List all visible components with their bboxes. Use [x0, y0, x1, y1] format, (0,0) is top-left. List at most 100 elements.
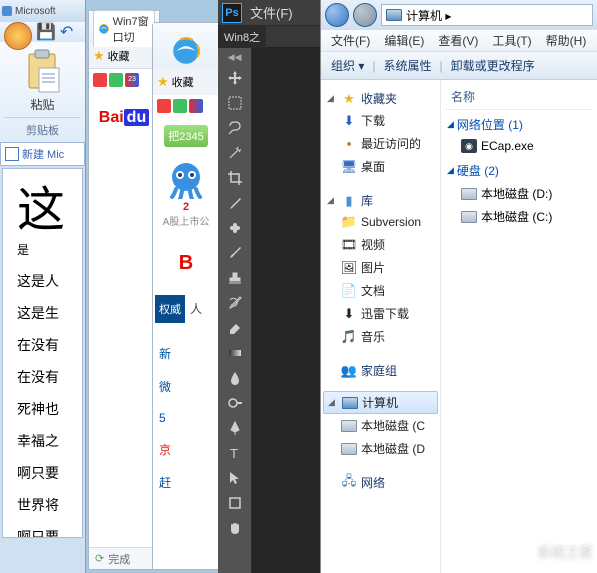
column-header-name[interactable]: 名称: [445, 86, 593, 110]
nav-item[interactable]: 🎞视频: [323, 233, 438, 256]
explorer-titlebar[interactable]: 计算机 ▸: [321, 0, 597, 30]
explorer-command-bar: 组织 ▾|系统属性|卸载或更改程序: [321, 52, 597, 80]
nav-library-header[interactable]: ◢▮库: [323, 188, 438, 211]
chevron-down-icon: ◢: [327, 93, 337, 104]
nav-item[interactable]: 🖼图片: [323, 256, 438, 279]
breadcrumb[interactable]: 计算机 ▸: [406, 7, 451, 24]
word-doc-tab-label: 新建 Mic: [22, 146, 64, 162]
ie-window-2: ★ 收藏 把2345 2 A股上市公 B 权威 人 新微5京赶: [152, 22, 220, 570]
baidu-logo[interactable]: Baidu: [93, 109, 155, 127]
crop-tool[interactable]: [223, 166, 247, 189]
nav-favorites-header[interactable]: ◢★收藏夹: [323, 86, 438, 109]
ie2-link[interactable]: 5: [159, 411, 213, 425]
blur-tool[interactable]: [223, 366, 247, 389]
menu-item[interactable]: 帮助(H): [546, 32, 587, 49]
drive-row[interactable]: 本地磁盘 (D:): [445, 182, 593, 205]
word-paragraph: 这是生: [17, 303, 76, 323]
nav-network-header[interactable]: 🖧网络: [323, 470, 438, 493]
set-2345-button[interactable]: 把2345: [164, 125, 207, 147]
nav-computer-header[interactable]: ◢计算机: [323, 391, 438, 414]
ie1-tab[interactable]: Win7窗口切: [93, 10, 155, 47]
ie1-tabbar: Win7窗口切: [89, 11, 159, 43]
ie2-link[interactable]: 微: [159, 378, 213, 395]
brush-tool[interactable]: [223, 241, 247, 264]
wand-tool[interactable]: [223, 141, 247, 164]
home-icon[interactable]: [93, 73, 107, 87]
nav-item[interactable]: ▪最近访问的: [323, 132, 438, 155]
star-icon[interactable]: ★: [157, 74, 169, 90]
drive-row[interactable]: 本地磁盘 (C:): [445, 205, 593, 228]
move-tool[interactable]: [223, 66, 247, 89]
refresh-icon[interactable]: ⟳: [95, 552, 104, 565]
ie2-link[interactable]: 新: [159, 345, 213, 362]
octopus-icon[interactable]: [166, 159, 206, 199]
ps-titlebar[interactable]: Ps 文件(F): [218, 0, 322, 26]
gradient-tool[interactable]: [223, 341, 247, 364]
menu-item[interactable]: 编辑(E): [384, 32, 424, 49]
file-row[interactable]: ◉ECap.exe: [445, 136, 593, 156]
cmd-item[interactable]: 组织 ▾: [331, 57, 364, 74]
clipboard-icon[interactable]: [21, 48, 65, 94]
ie2-link[interactable]: 赶: [159, 474, 213, 491]
path-select-tool[interactable]: [223, 466, 247, 489]
ie2-tabbar: [153, 23, 219, 69]
nav-item-drive[interactable]: 本地磁盘 (C: [323, 414, 438, 437]
ps-menu-file[interactable]: 文件(F): [250, 3, 293, 22]
menu-item[interactable]: 工具(T): [492, 32, 531, 49]
ie1-fav-label[interactable]: 收藏: [108, 48, 130, 64]
group-disk[interactable]: ◢硬盘 (2): [445, 156, 593, 182]
ps-doc-tab[interactable]: Win8之: [218, 26, 266, 48]
lasso-tool[interactable]: [223, 116, 247, 139]
marquee-tool[interactable]: [223, 91, 247, 114]
cmd-item[interactable]: 卸载或更改程序: [451, 57, 535, 74]
word-paragraph: 幸福之: [17, 431, 76, 451]
lock-icon[interactable]: [109, 73, 123, 87]
nav-forward-button[interactable]: [353, 3, 377, 27]
ie2-link[interactable]: 京: [159, 441, 213, 458]
type-tool[interactable]: T: [223, 441, 247, 464]
nav-item-drive[interactable]: 本地磁盘 (D: [323, 437, 438, 460]
save-icon[interactable]: 💾: [36, 22, 56, 42]
ie2-fav-label[interactable]: 收藏: [172, 74, 194, 90]
eraser-tool[interactable]: [223, 316, 247, 339]
shape-tool[interactable]: [223, 491, 247, 514]
paste-label[interactable]: 粘贴: [4, 96, 81, 113]
address-bar[interactable]: 计算机 ▸: [381, 4, 593, 26]
nav-back-button[interactable]: [325, 3, 349, 27]
nav-item[interactable]: 📄文档: [323, 279, 438, 302]
heal-tool[interactable]: [223, 216, 247, 239]
ps-canvas[interactable]: [252, 48, 322, 573]
ie-icon-large[interactable]: [170, 35, 202, 67]
nav-homegroup-header[interactable]: 👥家庭组: [323, 358, 438, 381]
nav-item[interactable]: ⬇迅雷下载: [323, 302, 438, 325]
link-2345-icon[interactable]: 23: [125, 73, 139, 87]
ps-logo-icon: Ps: [222, 3, 242, 23]
pen-tool[interactable]: [223, 416, 247, 439]
lock-icon[interactable]: [173, 99, 187, 113]
word-document-body[interactable]: 这是 这是人这是生在没有在没有死神也幸福之啊只要世界将啊只要: [2, 168, 83, 538]
link-2345-icon[interactable]: [189, 99, 203, 113]
menu-item[interactable]: 文件(F): [331, 32, 370, 49]
group-network-location[interactable]: ◢网络位置 (1): [445, 110, 593, 136]
nav-item[interactable]: 🎵音乐: [323, 325, 438, 348]
nav-item[interactable]: ⬇下载: [323, 109, 438, 132]
eyedropper-tool[interactable]: [223, 191, 247, 214]
home-icon[interactable]: [157, 99, 171, 113]
dodge-tool[interactable]: [223, 391, 247, 414]
history-brush-tool[interactable]: [223, 291, 247, 314]
baidu-logo-2[interactable]: B: [155, 252, 217, 275]
cmd-item[interactable]: 系统属性: [383, 57, 431, 74]
star-icon[interactable]: ★: [93, 48, 105, 64]
office-button[interactable]: [4, 22, 32, 50]
menu-item[interactable]: 查看(V): [438, 32, 478, 49]
nav-item[interactable]: 🖥桌面: [323, 155, 438, 178]
explorer-file-list: 名称 ◢网络位置 (1) ◉ECap.exe ◢硬盘 (2) 本地磁盘 (D:)…: [441, 80, 597, 573]
undo-icon[interactable]: ↶: [60, 22, 73, 42]
stamp-tool[interactable]: [223, 266, 247, 289]
nav-item[interactable]: 📁Subversion: [323, 211, 438, 233]
word-titlebar[interactable]: Microsoft: [0, 0, 85, 22]
word-doc-tab[interactable]: 新建 Mic: [0, 142, 85, 166]
hand-tool[interactable]: [223, 516, 247, 539]
collapse-icon[interactable]: ◀◀: [228, 52, 242, 63]
ie2-links-toolbar: [153, 95, 219, 117]
